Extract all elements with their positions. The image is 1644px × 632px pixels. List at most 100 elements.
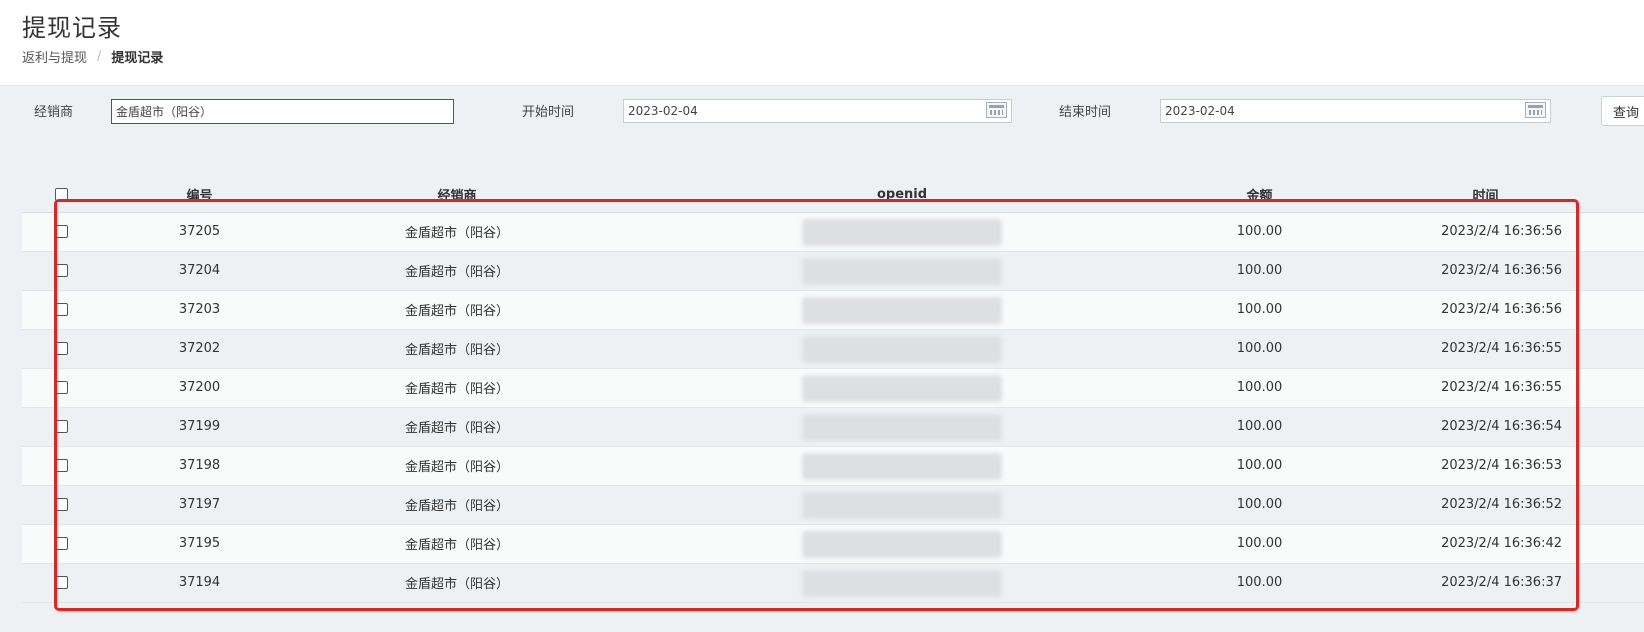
row-amount: 100.00 bbox=[1192, 563, 1327, 603]
column-header-id[interactable]: 编号 bbox=[97, 178, 302, 213]
row-checkbox[interactable] bbox=[55, 381, 68, 394]
row-dealer: 金盾超市（阳谷） bbox=[302, 368, 612, 408]
row-dealer: 金盾超市（阳谷） bbox=[302, 563, 612, 603]
row-time: 2023/2/4 16:36:56 bbox=[1327, 251, 1644, 291]
row-amount: 100.00 bbox=[1192, 212, 1327, 252]
column-header-dealer[interactable]: 经销商 bbox=[302, 178, 612, 213]
row-time: 2023/2/4 16:36:56 bbox=[1327, 290, 1644, 330]
row-dealer: 金盾超市（阳谷） bbox=[302, 485, 612, 525]
row-time: 2023/2/4 16:36:42 bbox=[1327, 524, 1644, 564]
row-dealer: 金盾超市（阳谷） bbox=[302, 251, 612, 291]
calendar-icon[interactable] bbox=[986, 102, 1007, 118]
row-id: 37205 bbox=[97, 212, 302, 252]
row-openid-redacted bbox=[612, 485, 1192, 525]
table-row[interactable]: 37199 金盾超市（阳谷） 100.00 2023/2/4 16:36:54 bbox=[22, 407, 1644, 447]
select-all-cell bbox=[22, 178, 97, 213]
row-id: 37202 bbox=[97, 329, 302, 369]
row-amount: 100.00 bbox=[1192, 407, 1327, 447]
table-row[interactable]: 37198 金盾超市（阳谷） 100.00 2023/2/4 16:36:53 bbox=[22, 446, 1644, 486]
row-id: 37195 bbox=[97, 524, 302, 564]
dealer-input[interactable] bbox=[111, 99, 454, 124]
row-dealer: 金盾超市（阳谷） bbox=[302, 329, 612, 369]
table-row[interactable]: 37194 金盾超市（阳谷） 100.00 2023/2/4 16:36:37 bbox=[22, 563, 1644, 603]
row-openid-redacted bbox=[612, 407, 1192, 447]
row-amount: 100.00 bbox=[1192, 524, 1327, 564]
breadcrumb-parent-link[interactable]: 返利与提现 bbox=[22, 47, 87, 66]
records-table-wrap: 编号 经销商 openid 金额 时间 37205 金盾超市（阳谷） 100.0… bbox=[22, 178, 1644, 603]
page-title: 提现记录 bbox=[22, 14, 122, 42]
row-checkbox[interactable] bbox=[55, 420, 68, 433]
row-dealer: 金盾超市（阳谷） bbox=[302, 407, 612, 447]
start-time-label: 开始时间 bbox=[522, 105, 575, 120]
row-amount: 100.00 bbox=[1192, 446, 1327, 486]
breadcrumb-separator: / bbox=[97, 49, 102, 64]
row-dealer: 金盾超市（阳谷） bbox=[302, 212, 612, 252]
query-button[interactable]: 查询 bbox=[1601, 96, 1644, 126]
row-time: 2023/2/4 16:36:56 bbox=[1327, 212, 1644, 252]
breadcrumb-current: 提现记录 bbox=[111, 51, 164, 66]
row-amount: 100.00 bbox=[1192, 485, 1327, 525]
start-time-input[interactable] bbox=[623, 99, 1012, 123]
row-id: 37197 bbox=[97, 485, 302, 525]
row-openid-redacted bbox=[612, 563, 1192, 603]
redaction-blur bbox=[802, 257, 1002, 285]
row-amount: 100.00 bbox=[1192, 251, 1327, 291]
table-row[interactable]: 37205 金盾超市（阳谷） 100.00 2023/2/4 16:36:56 bbox=[22, 212, 1644, 252]
redaction-blur bbox=[802, 296, 1002, 324]
redaction-blur bbox=[802, 218, 1002, 246]
row-checkbox[interactable] bbox=[55, 537, 68, 550]
row-time: 2023/2/4 16:36:53 bbox=[1327, 446, 1644, 486]
row-amount: 100.00 bbox=[1192, 368, 1327, 408]
row-openid-redacted bbox=[612, 251, 1192, 291]
redaction-blur bbox=[802, 530, 1002, 558]
table-row[interactable]: 37204 金盾超市（阳谷） 100.00 2023/2/4 16:36:56 bbox=[22, 251, 1644, 291]
row-checkbox[interactable] bbox=[55, 303, 68, 316]
row-id: 37204 bbox=[97, 251, 302, 291]
end-time-input[interactable] bbox=[1160, 99, 1551, 123]
row-id: 37199 bbox=[97, 407, 302, 447]
records-table: 编号 经销商 openid 金额 时间 37205 金盾超市（阳谷） 100.0… bbox=[22, 178, 1644, 603]
row-amount: 100.00 bbox=[1192, 329, 1327, 369]
select-all-checkbox[interactable] bbox=[55, 188, 68, 202]
row-amount: 100.00 bbox=[1192, 290, 1327, 330]
row-openid-redacted bbox=[612, 446, 1192, 486]
row-openid-redacted bbox=[612, 290, 1192, 330]
column-header-openid[interactable]: openid bbox=[612, 178, 1192, 213]
row-checkbox[interactable] bbox=[55, 459, 68, 472]
row-time: 2023/2/4 16:36:55 bbox=[1327, 329, 1644, 369]
table-row[interactable]: 37202 金盾超市（阳谷） 100.00 2023/2/4 16:36:55 bbox=[22, 329, 1644, 369]
filter-bar: 经销商 开始时间 结束时间 查询 bbox=[0, 86, 1644, 136]
column-header-amount[interactable]: 金额 bbox=[1192, 178, 1327, 213]
calendar-icon[interactable] bbox=[1525, 102, 1546, 118]
row-dealer: 金盾超市（阳谷） bbox=[302, 446, 612, 486]
row-time: 2023/2/4 16:36:55 bbox=[1327, 368, 1644, 408]
row-openid-redacted bbox=[612, 212, 1192, 252]
row-checkbox[interactable] bbox=[55, 225, 68, 238]
row-checkbox[interactable] bbox=[55, 498, 68, 511]
row-checkbox[interactable] bbox=[55, 342, 68, 355]
redaction-blur bbox=[802, 335, 1002, 363]
table-row[interactable]: 37197 金盾超市（阳谷） 100.00 2023/2/4 16:36:52 bbox=[22, 485, 1644, 525]
end-time-label: 结束时间 bbox=[1059, 105, 1112, 120]
row-checkbox[interactable] bbox=[55, 576, 68, 589]
table-row[interactable]: 37195 金盾超市（阳谷） 100.00 2023/2/4 16:36:42 bbox=[22, 524, 1644, 564]
table-header-row: 编号 经销商 openid 金额 时间 bbox=[22, 178, 1644, 213]
row-time: 2023/2/4 16:36:37 bbox=[1327, 563, 1644, 603]
row-time: 2023/2/4 16:36:54 bbox=[1327, 407, 1644, 447]
column-header-time[interactable]: 时间 bbox=[1327, 178, 1644, 213]
redaction-blur bbox=[802, 413, 1002, 441]
row-id: 37200 bbox=[97, 368, 302, 408]
redaction-blur bbox=[802, 569, 1002, 597]
row-id: 37194 bbox=[97, 563, 302, 603]
redaction-blur bbox=[802, 452, 1002, 480]
row-openid-redacted bbox=[612, 524, 1192, 564]
breadcrumb: 返利与提现 / 提现记录 bbox=[22, 47, 163, 66]
page: 提现记录 返利与提现 / 提现记录 经销商 开始时间 结束时间 查询 bbox=[0, 0, 1644, 632]
page-header: 提现记录 返利与提现 / 提现记录 bbox=[0, 0, 1644, 86]
row-dealer: 金盾超市（阳谷） bbox=[302, 524, 612, 564]
row-checkbox[interactable] bbox=[55, 264, 68, 277]
redaction-blur bbox=[802, 374, 1002, 402]
row-dealer: 金盾超市（阳谷） bbox=[302, 290, 612, 330]
table-row[interactable]: 37200 金盾超市（阳谷） 100.00 2023/2/4 16:36:55 bbox=[22, 368, 1644, 408]
table-row[interactable]: 37203 金盾超市（阳谷） 100.00 2023/2/4 16:36:56 bbox=[22, 290, 1644, 330]
